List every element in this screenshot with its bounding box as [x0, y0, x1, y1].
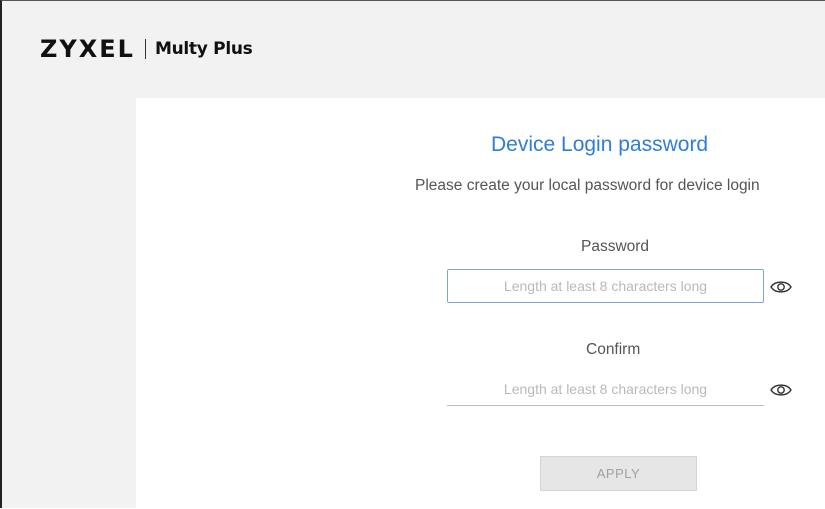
product-name: Multy Plus [154, 39, 253, 59]
app-frame: ZYXEL Multy Plus Device Login password P… [0, 0, 825, 509]
password-input[interactable] [447, 269, 764, 303]
brand-logo: ZYXEL [40, 35, 135, 63]
password-label: Password [581, 238, 650, 255]
confirm-password-input[interactable] [447, 372, 764, 406]
logo-divider [144, 39, 146, 59]
header: ZYXEL Multy Plus [4, 2, 825, 98]
eye-icon[interactable] [770, 280, 792, 294]
eye-icon[interactable] [770, 383, 792, 397]
page-subtitle: Please create your local password for de… [415, 177, 760, 194]
confirm-label: Confirm [586, 341, 641, 358]
logo: ZYXEL Multy Plus [40, 35, 253, 63]
apply-button[interactable]: APPLY [540, 456, 697, 491]
login-panel: Device Login password Please create your… [136, 98, 825, 509]
page-title: Device Login password [491, 133, 709, 156]
